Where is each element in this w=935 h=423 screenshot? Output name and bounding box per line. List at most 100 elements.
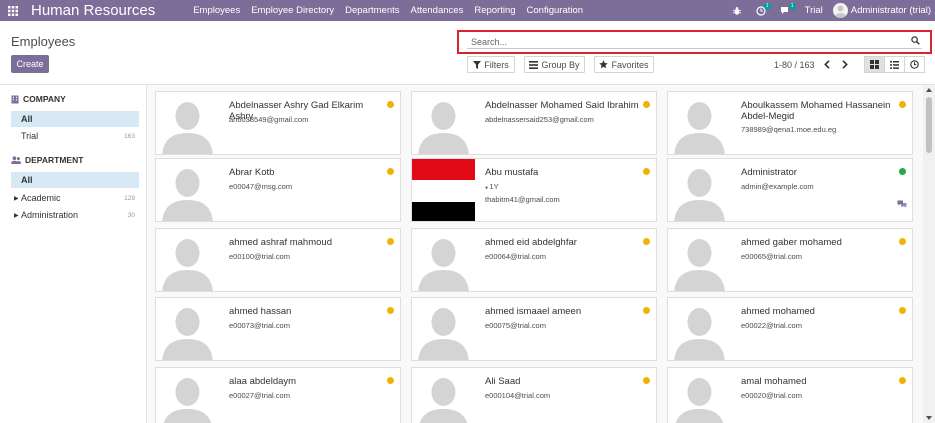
employee-card[interactable]: ahmed ismaael ameen e00075@trial.com <box>411 297 657 361</box>
pager-previous-button[interactable] <box>818 56 835 73</box>
menu-employee-directory[interactable]: Employee Directory <box>251 5 334 16</box>
app-brand[interactable]: Human Resources <box>31 2 155 19</box>
create-button[interactable]: Create <box>11 55 49 73</box>
company-heading-label: COMPANY <box>23 94 66 104</box>
employee-name: ahmed eid abdelghfar <box>485 237 577 248</box>
scroll-down-arrow-icon[interactable] <box>926 416 932 420</box>
flag-photo <box>412 159 475 221</box>
pager-value[interactable]: 1-80 / 163 <box>774 60 815 70</box>
group-by-button[interactable]: Group By <box>524 56 585 73</box>
placeholder-person-icon <box>675 378 724 423</box>
presence-status-dot <box>387 168 394 175</box>
employee-name: alaa abdeldaym <box>229 376 297 387</box>
presence-status-dot <box>387 101 394 108</box>
employee-card[interactable]: Abdelnasser Ashry Gad Elkarim Ashry an603… <box>155 91 401 155</box>
placeholder-person-icon <box>162 169 213 221</box>
department-item-label: Academic <box>21 193 61 203</box>
messages-badge: 1 <box>788 2 796 10</box>
menu-departments[interactable]: Departments <box>345 5 399 16</box>
company-item-count: 163 <box>124 132 135 140</box>
kanban-grid-icon <box>870 60 879 69</box>
placeholder-person-icon <box>674 308 725 360</box>
department-heading-label: DEPARTMENT <box>25 155 84 165</box>
messages-chat-icon[interactable]: 1 <box>780 2 796 16</box>
search-panel-sidebar: COMPANY All Trial 163 DEPARTMENT All ▶ A… <box>0 85 147 423</box>
chat-bubbles-icon[interactable] <box>897 200 907 210</box>
menu-attendances[interactable]: Attendances <box>411 5 464 16</box>
menu-configuration[interactable]: Configuration <box>527 5 584 16</box>
menu-reporting[interactable]: Reporting <box>474 5 515 16</box>
employee-card[interactable]: ahmed mohamed e00022@trial.com <box>667 297 913 361</box>
placeholder-person-icon <box>163 378 212 423</box>
user-menu[interactable]: Administrator (trial) <box>832 3 931 18</box>
search-input[interactable] <box>467 37 897 47</box>
kanban-scrollbar[interactable] <box>923 85 935 423</box>
caret-right-icon[interactable]: ▶ <box>14 195 19 202</box>
employee-photo <box>412 229 475 291</box>
department-item-all[interactable]: All <box>11 172 139 188</box>
employee-card[interactable]: alaa abdeldaym e00027@trial.com <box>155 367 401 423</box>
employee-card[interactable]: ahmed gaber mohamed e00065@trial.com <box>667 228 913 292</box>
search-bar[interactable] <box>467 36 922 49</box>
employee-name: ahmed hassan <box>229 306 292 317</box>
department-item-count: 129 <box>124 194 135 202</box>
employee-card[interactable]: Abu mustafa ● 1Y thabitm41@gmail.com <box>411 158 657 222</box>
company-item-trial[interactable]: Trial 163 <box>11 128 139 144</box>
company-item-all[interactable]: All <box>11 111 139 127</box>
employee-email: e00065@trial.com <box>741 252 802 261</box>
employee-card[interactable]: Ali Saad e000104@trial.com <box>411 367 657 423</box>
company-switcher[interactable]: Trial <box>805 5 823 16</box>
favorites-button[interactable]: Favorites <box>594 56 654 73</box>
debug-bug-icon[interactable] <box>732 6 742 16</box>
employee-card[interactable]: Administrator admin@example.com <box>667 158 913 222</box>
employee-email: e000104@trial.com <box>485 391 551 400</box>
kanban-view-button[interactable] <box>864 56 885 73</box>
menu-employees[interactable]: Employees <box>193 5 240 16</box>
employee-email: e00022@trial.com <box>741 321 802 330</box>
placeholder-person-icon <box>418 102 469 154</box>
employee-card[interactable]: ahmed ashraf mahmoud e00100@trial.com <box>155 228 401 292</box>
activity-clock-icon[interactable]: 1 <box>756 2 771 16</box>
filters-button[interactable]: Filters <box>467 56 515 73</box>
employee-email: an6033549@gmail.com <box>229 115 309 124</box>
presence-status-dot <box>643 377 650 384</box>
employee-name: ahmed ashraf mahmoud <box>229 237 332 248</box>
caret-right-icon[interactable]: ▶ <box>14 212 19 219</box>
chevron-left-icon <box>823 60 830 69</box>
employee-photo <box>668 159 731 221</box>
activity-view-button[interactable] <box>904 56 925 73</box>
employee-email: e00020@trial.com <box>741 391 802 400</box>
presence-status-dot <box>643 238 650 245</box>
employee-name: amal mohamed <box>741 376 807 387</box>
company-section-heading: COMPANY <box>11 94 66 104</box>
list-view-button[interactable] <box>884 56 905 73</box>
department-item-academic[interactable]: ▶ Academic 129 <box>11 190 139 206</box>
star-icon <box>599 60 609 69</box>
employee-name: ahmed mohamed <box>741 306 815 317</box>
employee-photo <box>668 92 731 154</box>
employee-name: Aboulkassem Mohamed Hassanein Abdel-Megi… <box>741 100 891 122</box>
employee-card[interactable]: Abdelnasser Mohamed Said Ibrahim abdelnas… <box>411 91 657 155</box>
employee-card[interactable]: Abrar Kotb e00047@msg.com <box>155 158 401 222</box>
employee-card[interactable]: Aboulkassem Mohamed Hassanein Abdel-Megi… <box>667 91 913 155</box>
placeholder-person-icon <box>162 102 213 154</box>
company-item-label: All <box>21 114 33 124</box>
department-item-administration[interactable]: ▶ Administration 30 <box>11 207 139 223</box>
employee-card[interactable]: ahmed hassan e00073@trial.com <box>155 297 401 361</box>
presence-status-dot <box>387 238 394 245</box>
employee-card[interactable]: amal mohamed e00020@trial.com <box>667 367 913 423</box>
apps-menu-icon[interactable] <box>2 0 24 21</box>
presence-status-dot <box>899 377 906 384</box>
scroll-up-arrow-icon[interactable] <box>926 88 932 92</box>
favorites-label: Favorites <box>611 59 649 70</box>
department-section-heading: DEPARTMENT <box>11 155 83 165</box>
main-menu: Employees Employee Directory Departments… <box>193 5 594 16</box>
employee-card[interactable]: ahmed eid abdelghfar e00064@trial.com <box>411 228 657 292</box>
pager-next-button[interactable] <box>836 56 853 73</box>
presence-status-dot <box>387 377 394 384</box>
search-icon[interactable] <box>911 36 920 47</box>
navbar-systray: 1 1 Trial Administrator (trial) <box>718 0 931 21</box>
scrollbar-thumb[interactable] <box>926 97 932 153</box>
employee-tag-label: 1Y <box>489 182 499 191</box>
employee-email: e00047@msg.com <box>229 182 293 191</box>
